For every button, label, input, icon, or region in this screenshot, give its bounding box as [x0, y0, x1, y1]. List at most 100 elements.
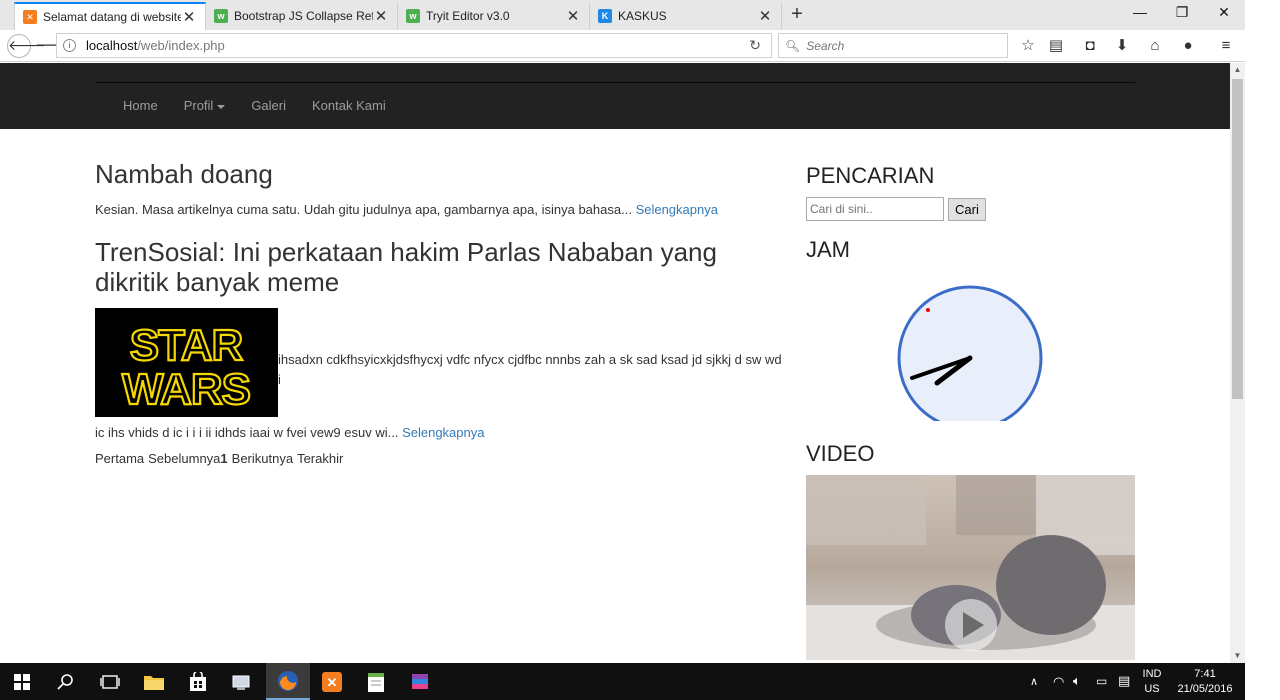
- nav-profil-label: Profil: [183, 98, 214, 113]
- pager-first[interactable]: Pertama: [95, 451, 144, 466]
- nav-kontak-kami[interactable]: Kontak Kami: [299, 83, 399, 128]
- xampp-icon: ✕: [23, 10, 37, 24]
- tab-bootstrap-collapse[interactable]: w Bootstrap JS Collapse Refe... ✕: [206, 2, 398, 30]
- nav-galeri[interactable]: Galeri: [238, 83, 299, 128]
- browser-toolbar: 🡐 🡒 i localhost/web/index.php ↻ 🔍︎ Searc…: [0, 30, 1245, 62]
- search-placeholder: Search: [806, 38, 845, 53]
- kaskus-icon: K: [598, 9, 612, 23]
- page-scrollbar[interactable]: ▲ ▼: [1230, 63, 1245, 663]
- search-button[interactable]: Cari: [948, 197, 986, 221]
- info-icon[interactable]: i: [63, 39, 76, 52]
- analog-clock: [806, 271, 1136, 431]
- task-view-icon[interactable]: [88, 663, 132, 700]
- close-window-button[interactable]: ✕: [1209, 4, 1239, 24]
- home-icon[interactable]: ⌂: [1146, 37, 1164, 55]
- downloads-icon[interactable]: ⬇: [1113, 37, 1131, 55]
- w3schools-icon: w: [214, 9, 228, 23]
- chat-icon[interactable]: ●: [1179, 37, 1197, 55]
- minimize-button[interactable]: —: [1125, 4, 1155, 24]
- menu-icon[interactable]: ≡: [1217, 37, 1235, 55]
- pager-last[interactable]: Terakhir: [297, 451, 343, 466]
- read-more-link[interactable]: Selengkapnya: [402, 425, 484, 440]
- post-excerpt: ic ihs vhids d ic i i i ii idhds iaai w …: [95, 417, 785, 443]
- close-tab-icon[interactable]: ✕: [373, 7, 389, 25]
- url-path: /web/index.php: [137, 38, 225, 53]
- page-viewport: Home Profil Galeri Kontak Kami Nambah do…: [0, 63, 1230, 663]
- pocket-icon[interactable]: ◘: [1081, 37, 1099, 55]
- windows-taskbar: ✕ ∧ ◠ 🔈︎ ▭ ▤ IND US 7:41 21/05/2016: [0, 663, 1245, 700]
- file-explorer-icon[interactable]: [132, 663, 176, 700]
- network-app-icon[interactable]: [220, 663, 264, 700]
- search-icon: 🔍︎: [785, 38, 801, 53]
- language-code: IND: [1142, 668, 1162, 680]
- reading-list-icon[interactable]: ▤: [1047, 37, 1065, 55]
- clock-face: [897, 285, 1043, 431]
- xampp-taskbar-icon[interactable]: ✕: [310, 663, 354, 700]
- url-bar[interactable]: i localhost/web/index.php ↻: [56, 33, 772, 58]
- w3schools-icon: w: [406, 9, 420, 23]
- show-hidden-icons[interactable]: ∧: [1030, 675, 1038, 688]
- pager-prev[interactable]: Sebelumnya: [148, 451, 220, 466]
- post-title[interactable]: TrenSosial: Ini perkataan hakim Parlas N…: [95, 237, 785, 298]
- desktop-edge: [1245, 0, 1280, 700]
- post-excerpt: Kesian. Masa artikelnya cuma satu. Udah …: [95, 200, 785, 220]
- scroll-thumb[interactable]: [1232, 79, 1243, 399]
- search-icon[interactable]: [44, 663, 88, 700]
- forward-button[interactable]: 🡒: [35, 37, 75, 55]
- pager-current: 1: [220, 450, 228, 466]
- tab-title: Selamat datang di website...: [43, 10, 181, 24]
- main-content: Nambah doang Kesian. Masa artikelnya cum…: [95, 159, 785, 469]
- clock-dial: [897, 285, 1043, 431]
- post-title[interactable]: Nambah doang: [95, 159, 785, 190]
- video-thumbnail: [806, 475, 1135, 660]
- volume-icon[interactable]: 🔈︎: [1073, 673, 1081, 689]
- excerpt-text: Kesian. Masa artikelnya cuma satu. Udah …: [95, 201, 632, 217]
- scroll-up-icon[interactable]: ▲: [1230, 65, 1245, 74]
- back-button[interactable]: 🡐: [7, 34, 46, 58]
- browser-search-input[interactable]: 🔍︎ Search: [778, 33, 1008, 58]
- read-more-link[interactable]: Selengkapnya: [636, 202, 718, 217]
- clock-time: 7:41: [1194, 668, 1216, 680]
- star-wars-logo: STAR WARS: [121, 320, 252, 415]
- notification-icon[interactable]: ▤: [1118, 673, 1130, 689]
- star-wars-logo-image: STAR WARS: [95, 307, 278, 417]
- post: TrenSosial: Ini perkataan hakim Parlas N…: [95, 237, 785, 443]
- keyboard-layout: US: [1144, 683, 1160, 695]
- video-player[interactable]: [806, 475, 1135, 660]
- clock-heading: JAM: [806, 237, 850, 262]
- site-search-form: Cari: [806, 197, 1136, 221]
- tab-title: Tryit Editor v3.0: [426, 9, 510, 23]
- store-icon[interactable]: [176, 663, 220, 700]
- winrar-icon[interactable]: [398, 663, 442, 700]
- close-tab-icon[interactable]: ✕: [757, 7, 773, 25]
- notepad-plus-icon[interactable]: [354, 663, 398, 700]
- tab-title: Bootstrap JS Collapse Refe...: [234, 9, 373, 23]
- svg-text:✕: ✕: [327, 675, 338, 690]
- wifi-icon[interactable]: ◠: [1053, 674, 1064, 690]
- bookmark-star-icon[interactable]: ☆: [1019, 37, 1037, 55]
- nav-profil[interactable]: Profil: [171, 83, 239, 128]
- restore-button[interactable]: ❐: [1167, 4, 1197, 24]
- logo-line-2: WARS: [122, 365, 250, 414]
- caret-down-icon: [217, 104, 226, 109]
- search-heading: PENCARIAN: [806, 163, 935, 188]
- tab-selamat-datang[interactable]: ✕ Selamat datang di website... ✕: [14, 2, 206, 30]
- excerpt-text: ic ihs vhids d ic i i i ii idhds iaai w …: [95, 424, 399, 440]
- tab-title: KASKUS: [618, 9, 667, 23]
- site-search-input[interactable]: [806, 197, 944, 221]
- reload-icon[interactable]: ↻: [749, 37, 761, 54]
- language-indicator[interactable]: IND US: [1140, 667, 1164, 697]
- firefox-icon[interactable]: [266, 663, 310, 700]
- close-tab-icon[interactable]: ✕: [181, 8, 197, 26]
- tab-kaskus[interactable]: K KASKUS ✕: [590, 2, 782, 30]
- start-icon[interactable]: [0, 663, 44, 700]
- system-clock[interactable]: 7:41 21/05/2016: [1172, 667, 1238, 697]
- clock-date: 21/05/2016: [1177, 683, 1233, 695]
- scroll-down-icon[interactable]: ▼: [1230, 651, 1245, 660]
- tab-tryit-editor[interactable]: w Tryit Editor v3.0 ✕: [398, 2, 590, 30]
- close-tab-icon[interactable]: ✕: [565, 7, 581, 25]
- battery-icon[interactable]: ▭: [1096, 674, 1107, 688]
- pager-next[interactable]: Berikutnya: [232, 451, 293, 466]
- nav-home[interactable]: Home: [110, 83, 171, 128]
- new-tab-button[interactable]: +: [786, 4, 808, 26]
